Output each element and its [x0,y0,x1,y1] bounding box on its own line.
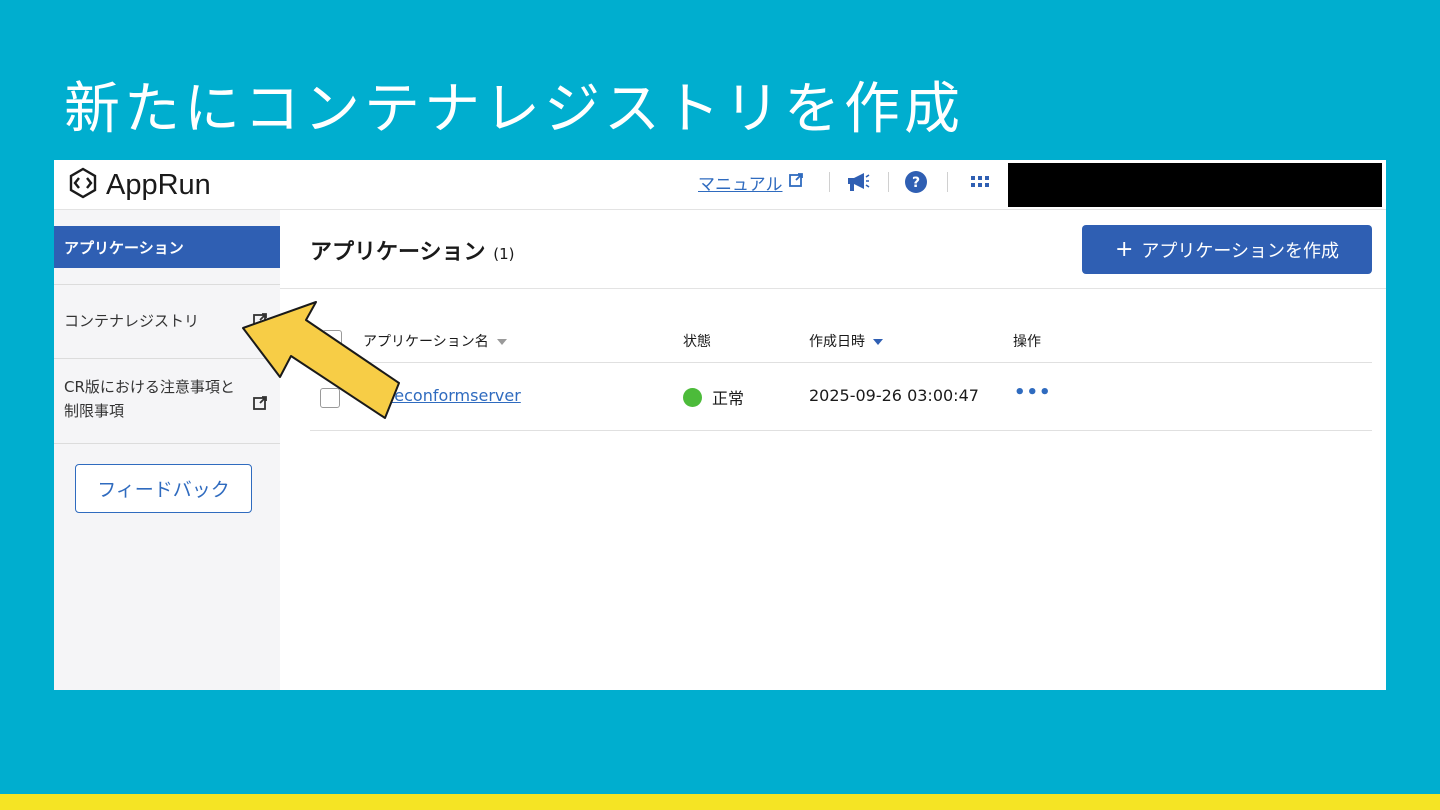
apprun-logo-icon [66,166,100,204]
table-header-divider [310,362,1372,363]
table-row-divider [310,430,1372,431]
create-application-button[interactable]: + アプリケーションを作成 [1082,225,1372,274]
redacted-account-area [1008,163,1382,207]
application-count: (1) [493,245,515,263]
page-title-text: アプリケーション [310,240,486,265]
sidebar-item-label: コンテナレジストリ [64,312,200,330]
table-row: ...econformserver [379,386,521,405]
header-divider [947,172,948,192]
sort-down-icon [496,333,507,349]
column-header-label: アプリケーション名 [363,334,489,350]
app-name: AppRun [106,168,211,201]
column-header-label: 状態 [683,334,711,350]
sidebar-item-applications[interactable]: アプリケーション [54,226,280,268]
sidebar-item-cr-notes[interactable]: CR版における注意事項と制限事項 [54,375,280,429]
sidebar-item-label: CR版における注意事項と制限事項 [64,378,235,420]
external-link-icon [252,394,268,418]
column-header-name[interactable]: アプリケーション名 [363,331,507,351]
column-header-label: 操作 [1013,334,1041,350]
create-application-label: アプリケーションを作成 [1141,240,1340,262]
megaphone-icon[interactable] [844,168,872,196]
select-all-checkbox[interactable] [322,330,342,350]
manual-label: マニュアル [698,175,783,195]
external-link-icon [252,312,268,332]
feedback-button[interactable]: フィードバック [75,464,252,513]
main-divider [280,288,1386,289]
column-header-created[interactable]: 作成日時 [809,331,883,351]
svg-text:?: ? [912,175,920,191]
sidebar-divider [54,358,280,359]
more-actions-icon[interactable]: ••• [1014,382,1052,403]
header-divider [829,172,830,192]
status-text: 正常 [712,389,745,408]
sidebar: アプリケーション コンテナレジストリ CR版における注意事項と制限事項 フィード… [54,210,280,690]
column-header-actions: 操作 [1013,331,1041,351]
column-header-status: 状態 [683,331,711,351]
created-at-cell: 2025-09-26 03:00:47 [809,386,979,405]
status-cell: 正常 [683,385,744,409]
help-icon[interactable]: ? [902,168,930,196]
sort-down-icon [873,333,883,349]
app-logo[interactable]: AppRun [66,166,211,204]
sidebar-item-container-registry[interactable]: コンテナレジストリ [54,310,280,334]
row-checkbox[interactable] [320,388,340,408]
header-divider [888,172,889,192]
plus-icon: + [1114,237,1134,262]
application-name-link[interactable]: ...econformserver [379,386,521,405]
external-link-icon [788,172,804,193]
top-bar: AppRun マニュアル ? [54,160,1386,210]
page-title: アプリケーション (1) [310,234,514,266]
slide-title: 新たにコンテナレジストリを作成 [64,77,964,142]
manual-link[interactable]: マニュアル [698,170,804,195]
sidebar-divider [54,284,280,285]
apprun-screenshot: AppRun マニュアル ? アプリケーション コンテナレジストリ CR版におけ… [54,160,1386,690]
column-header-label: 作成日時 [809,334,865,350]
apps-grid-icon[interactable] [966,168,994,196]
status-ok-icon [683,387,702,407]
bottom-accent-bar [0,794,1440,810]
sidebar-divider [54,443,280,444]
